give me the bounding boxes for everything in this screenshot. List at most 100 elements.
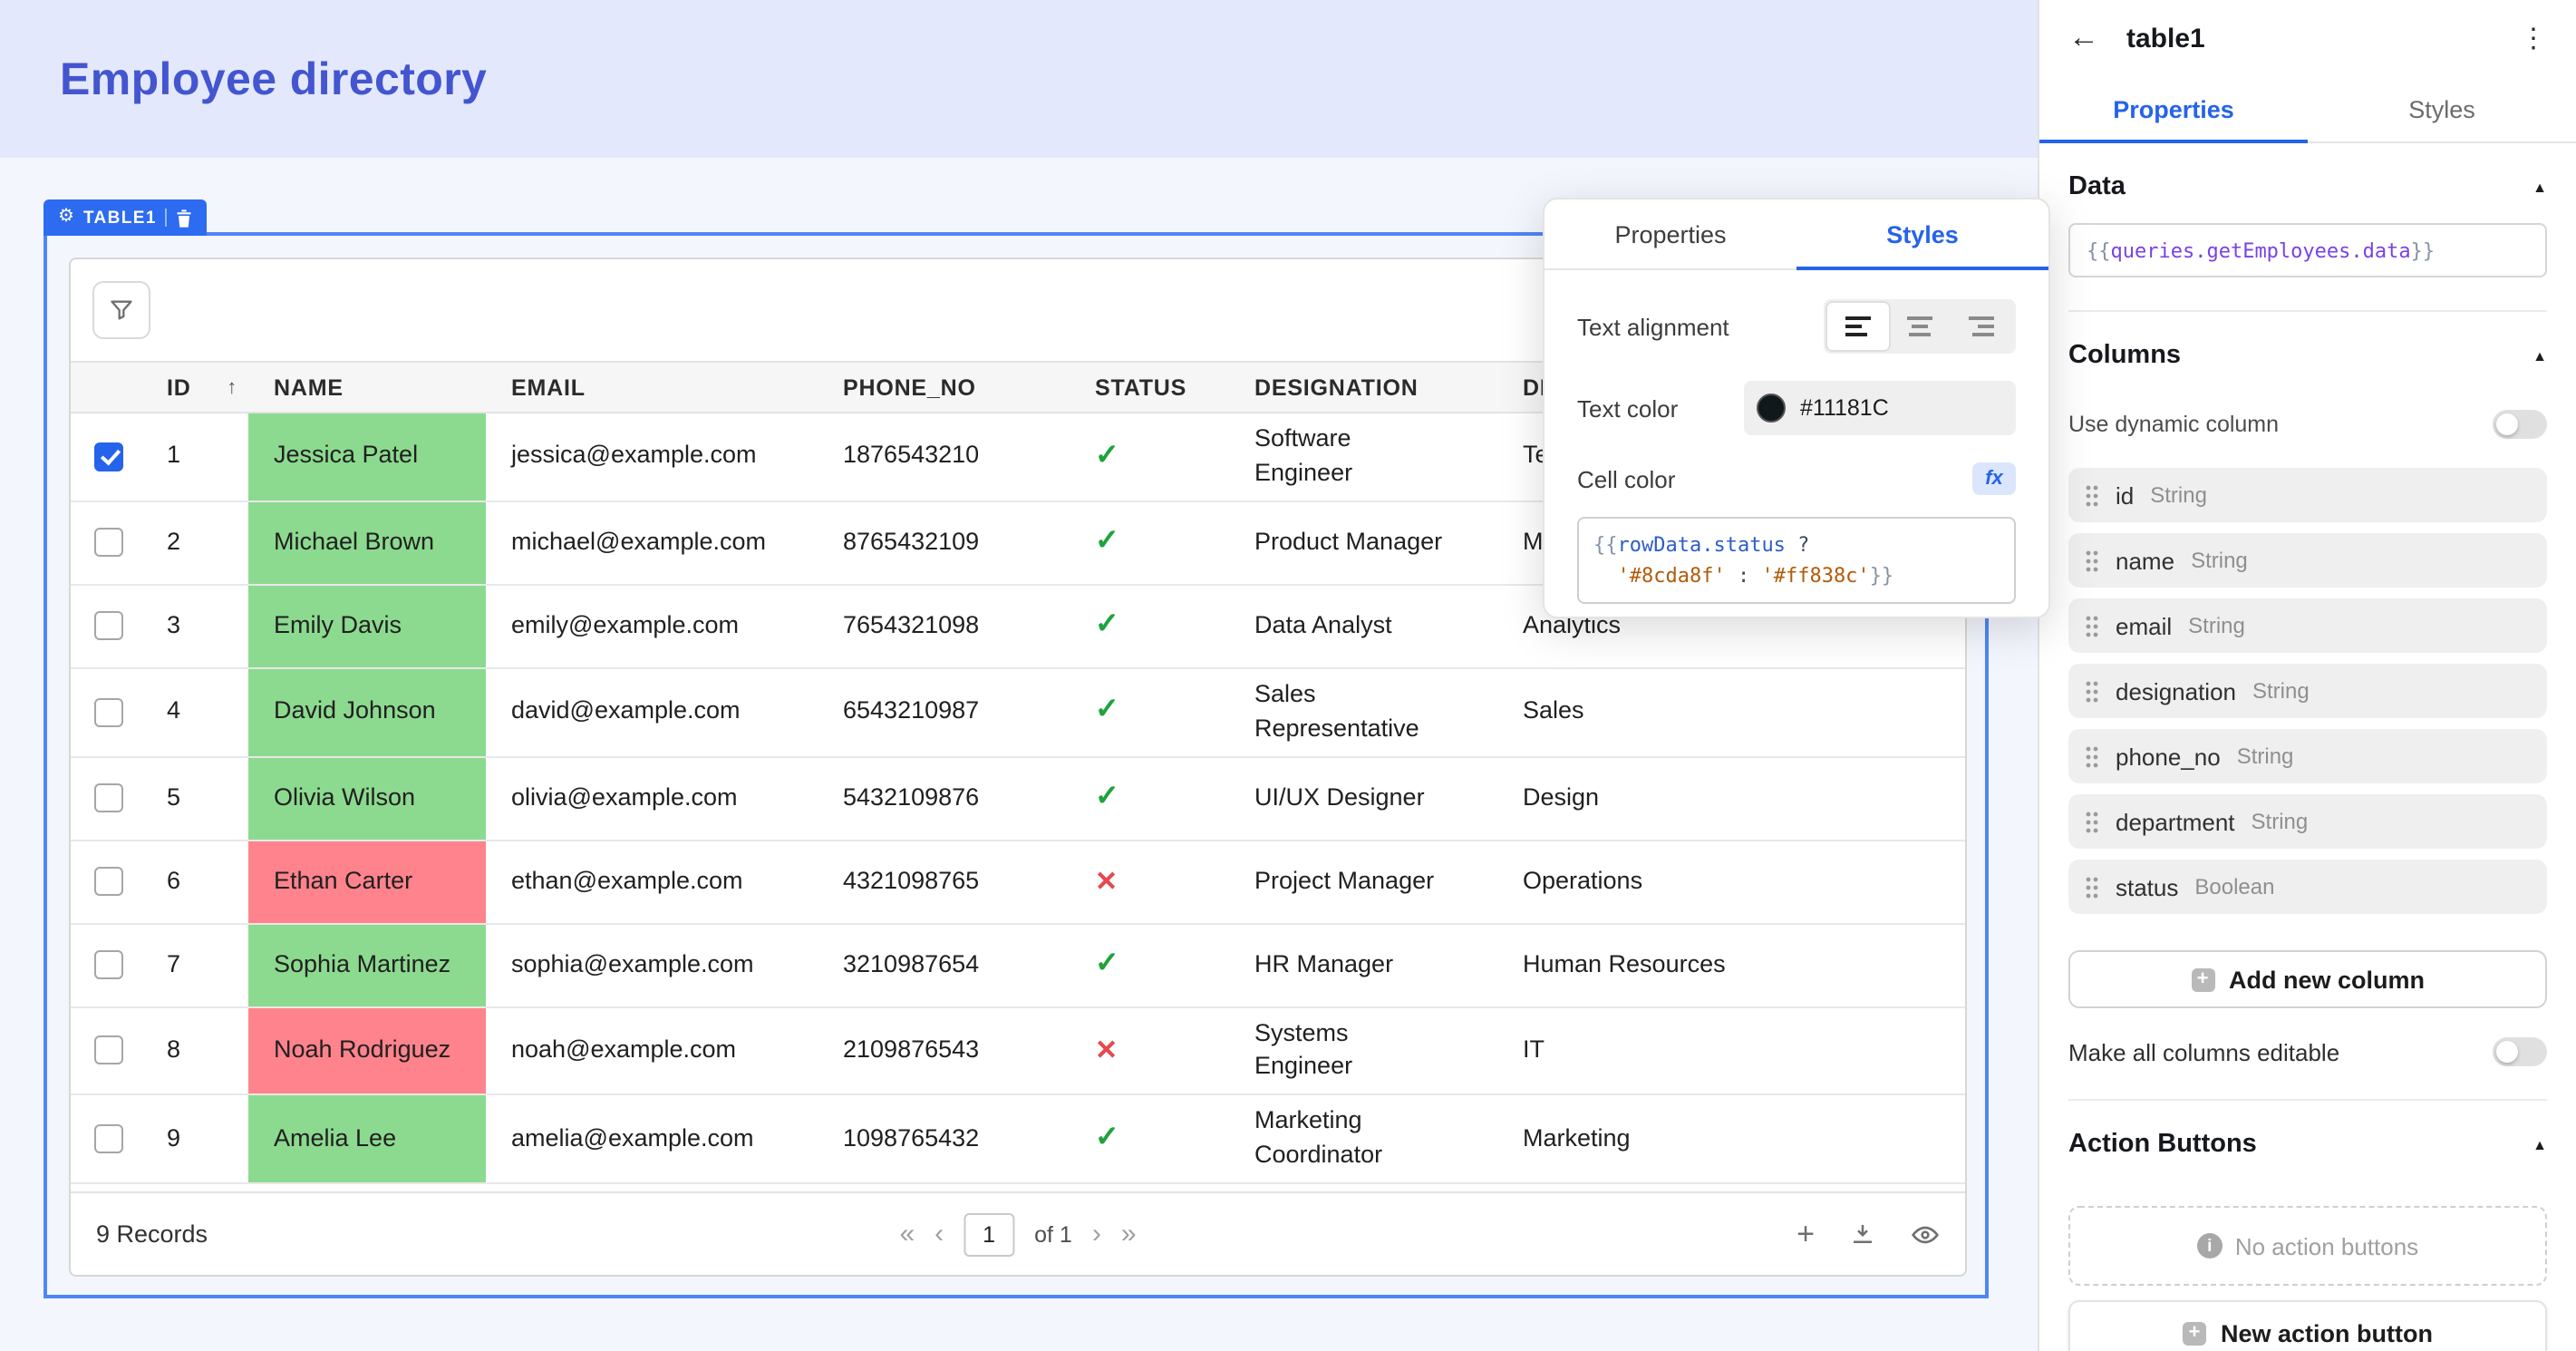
cell-name: Michael Brown xyxy=(248,502,486,584)
data-binding-input[interactable]: {{queries.getEmployees.data}} xyxy=(2068,223,2547,277)
last-page-icon[interactable]: » xyxy=(1121,1220,1137,1248)
cell-id: 1 xyxy=(154,413,248,501)
collapse-actions-icon[interactable]: ▲ xyxy=(2532,1136,2547,1152)
next-page-icon[interactable]: › xyxy=(1092,1220,1101,1248)
cell-name: Olivia Wilson xyxy=(248,757,486,839)
align-left-button[interactable] xyxy=(1827,303,1889,350)
editable-columns-toggle[interactable] xyxy=(2493,1037,2547,1066)
drag-handle-icon[interactable] xyxy=(2085,679,2099,703)
collapse-columns-icon[interactable]: ▲ xyxy=(2532,347,2547,364)
tab-styles[interactable]: Styles xyxy=(2308,76,2576,141)
checkbox-cell xyxy=(71,841,154,922)
row-checkbox[interactable] xyxy=(94,612,123,641)
dynamic-column-label: Use dynamic column xyxy=(2068,412,2279,437)
row-checkbox[interactable] xyxy=(94,950,123,979)
status-cell: ✓ xyxy=(1071,1096,1227,1183)
back-icon[interactable]: ← xyxy=(2068,20,2099,56)
text-color-label: Text color xyxy=(1577,394,1678,422)
cell-email: ethan@example.com xyxy=(486,841,818,922)
filter-button[interactable] xyxy=(92,281,150,339)
fx-binding-icon[interactable]: fx xyxy=(1972,462,2016,495)
align-right-button[interactable] xyxy=(1951,303,2012,350)
property-pane-tabs: Properties Styles xyxy=(2039,76,2576,143)
cell-designation: UI/UX Designer xyxy=(1227,757,1499,839)
drag-handle-icon[interactable] xyxy=(2085,810,2099,833)
status-check-icon: ✓ xyxy=(1095,522,1119,563)
header-cell-id[interactable]: ID↑ xyxy=(154,363,248,412)
select-all-cell xyxy=(71,363,154,412)
column-item[interactable]: statusBoolean xyxy=(2068,860,2547,914)
column-item[interactable]: departmentString xyxy=(2068,794,2547,849)
column-item[interactable]: nameString xyxy=(2068,533,2547,588)
column-item[interactable]: emailString xyxy=(2068,598,2547,653)
prev-page-icon[interactable]: ‹ xyxy=(935,1220,944,1248)
property-pane-header: ← table1 ⋮ xyxy=(2039,0,2576,76)
column-item[interactable]: designationString xyxy=(2068,664,2547,718)
cell-email: olivia@example.com xyxy=(486,757,818,839)
align-right-icon xyxy=(1969,316,1994,337)
header-label: ID xyxy=(167,374,191,400)
row-checkbox[interactable] xyxy=(94,1124,123,1153)
status-check-icon: ✓ xyxy=(1095,778,1119,819)
page-title: Employee directory xyxy=(60,54,487,107)
header-cell-designation[interactable]: DESIGNATION xyxy=(1227,363,1499,412)
data-section-label: Data xyxy=(2068,172,2126,201)
row-checkbox[interactable] xyxy=(94,867,123,896)
cell-id: 7 xyxy=(154,924,248,1006)
table-row: 6Ethan Carterethan@example.com4321098765… xyxy=(71,841,1965,924)
page-total-label: of 1 xyxy=(1034,1221,1072,1247)
download-icon[interactable] xyxy=(1849,1220,1876,1248)
header-cell-email[interactable]: EMAIL xyxy=(486,363,818,412)
page-number-input[interactable]: 1 xyxy=(964,1212,1014,1256)
cell-phone: 3210987654 xyxy=(818,924,1071,1006)
first-page-icon[interactable]: « xyxy=(899,1220,915,1248)
cell-email: noah@example.com xyxy=(486,1007,818,1094)
popup-tab-styles[interactable]: Styles xyxy=(1796,199,2048,268)
drag-handle-icon[interactable] xyxy=(2085,744,2099,768)
table-row: 4David Johnsondavid@example.com654321098… xyxy=(71,669,1965,758)
tab-properties[interactable]: Properties xyxy=(2039,76,2308,141)
cell-id: 9 xyxy=(154,1096,248,1183)
drag-handle-icon[interactable] xyxy=(2085,483,2099,507)
row-checkbox[interactable] xyxy=(94,1036,123,1065)
popup-tabs: Properties Styles xyxy=(1545,199,2048,270)
add-row-icon[interactable]: + xyxy=(1796,1219,1815,1249)
status-cross-icon: ✕ xyxy=(1095,862,1118,900)
row-checkbox[interactable] xyxy=(94,442,123,471)
column-style-popup: Properties Styles Text alignment Text co… xyxy=(1543,198,2050,618)
header-cell-phone-no[interactable]: PHONE_NO xyxy=(818,363,1071,412)
widget-name-badge[interactable]: ⚙ TABLE1 xyxy=(44,199,208,236)
kebab-menu-icon[interactable]: ⋮ xyxy=(2520,22,2547,54)
cell-id: 6 xyxy=(154,841,248,922)
header-cell-name[interactable]: NAME xyxy=(248,363,486,412)
cell-department: Design xyxy=(1499,757,1965,839)
drag-handle-icon[interactable] xyxy=(2085,614,2099,637)
gear-icon[interactable]: ⚙ xyxy=(58,209,74,227)
section-divider xyxy=(2068,1099,2547,1101)
text-color-swatch xyxy=(1757,394,1786,423)
row-checkbox[interactable] xyxy=(94,529,123,558)
column-item[interactable]: idString xyxy=(2068,468,2547,522)
no-action-buttons-box: i No action buttons xyxy=(2068,1206,2547,1286)
delete-widget-icon[interactable] xyxy=(177,208,193,228)
align-center-button[interactable] xyxy=(1889,303,1951,350)
eye-icon[interactable] xyxy=(1911,1220,1940,1249)
add-new-column-button[interactable]: + Add new column xyxy=(2068,950,2547,1008)
cell-email: emily@example.com xyxy=(486,586,818,667)
drag-handle-icon[interactable] xyxy=(2085,875,2099,899)
collapse-data-icon[interactable]: ▲ xyxy=(2532,179,2547,195)
row-checkbox[interactable] xyxy=(94,697,123,726)
row-checkbox[interactable] xyxy=(94,783,123,812)
dynamic-column-toggle[interactable] xyxy=(2493,410,2547,439)
column-item[interactable]: phone_noString xyxy=(2068,729,2547,783)
drag-handle-icon[interactable] xyxy=(2085,549,2099,572)
cell-email: jessica@example.com xyxy=(486,413,818,501)
checkbox-cell xyxy=(71,757,154,839)
text-color-control[interactable]: #11181C xyxy=(1744,381,2016,435)
new-action-button[interactable]: + New action button xyxy=(2068,1300,2547,1351)
cell-color-code[interactable]: {{rowData.status ? '#8cda8f' : '#ff838c'… xyxy=(1577,517,2016,604)
header-cell-status[interactable]: STATUS xyxy=(1071,363,1227,412)
column-type: String xyxy=(2237,744,2294,769)
status-check-icon: ✓ xyxy=(1095,945,1119,986)
popup-tab-properties[interactable]: Properties xyxy=(1545,199,1796,268)
